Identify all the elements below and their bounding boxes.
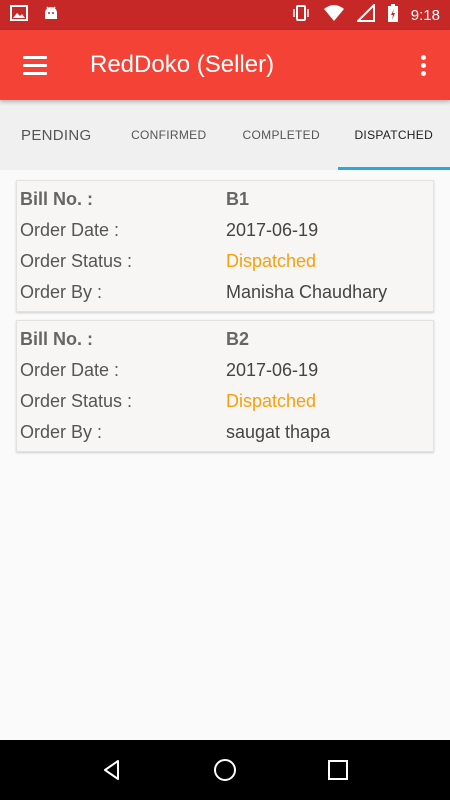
- order-card[interactable]: Bill No. : B1 Order Date : 2017-06-19 Or…: [16, 180, 434, 312]
- android-icon: [42, 4, 60, 27]
- more-vert-icon[interactable]: [421, 54, 426, 76]
- bill-value: B1: [226, 189, 250, 209]
- orderby-row: Order By : Manisha Chaudhary: [20, 277, 433, 308]
- date-value: 2017-06-19: [226, 360, 319, 380]
- date-row: Order Date : 2017-06-19: [20, 355, 433, 386]
- status-row: Order Status : Dispatched: [20, 246, 433, 277]
- image-icon: [10, 4, 28, 26]
- home-icon[interactable]: [210, 755, 240, 785]
- back-icon[interactable]: [97, 755, 127, 785]
- date-value: 2017-06-19: [226, 220, 319, 240]
- date-label: Order Date :: [20, 360, 120, 380]
- tab-bar: PENDING CONFIRMED COMPLETED DISPATCHED: [0, 100, 450, 170]
- bill-row: Bill No. : B2: [20, 324, 433, 355]
- battery-icon: [387, 3, 399, 27]
- vibrate-icon: [291, 4, 311, 26]
- tab-confirmed[interactable]: CONFIRMED: [113, 100, 226, 170]
- app-bar: RedDoko (Seller): [0, 30, 450, 100]
- status-value: Dispatched: [226, 251, 317, 271]
- recents-icon[interactable]: [323, 755, 353, 785]
- status-bar: 9:18: [0, 0, 450, 30]
- order-card[interactable]: Bill No. : B2 Order Date : 2017-06-19 Or…: [16, 320, 434, 452]
- order-list: Bill No. : B1 Order Date : 2017-06-19 Or…: [16, 180, 434, 460]
- orderby-value: saugat thapa: [226, 422, 331, 442]
- clock-text: 9:18: [410, 6, 440, 24]
- date-label: Order Date :: [20, 220, 120, 240]
- status-label: Order Status :: [20, 391, 133, 411]
- bill-value: B2: [226, 329, 250, 349]
- tab-completed[interactable]: COMPLETED: [225, 100, 338, 170]
- navigation-bar: [0, 740, 450, 800]
- status-label: Order Status :: [20, 251, 133, 271]
- app-title: RedDoko (Seller): [90, 51, 275, 78]
- tab-pending[interactable]: PENDING: [0, 100, 113, 170]
- wifi-icon: [323, 4, 345, 26]
- orderby-row: Order By : saugat thapa: [20, 417, 433, 448]
- status-row: Order Status : Dispatched: [20, 386, 433, 417]
- bill-label: Bill No. :: [20, 189, 93, 209]
- tab-dispatched[interactable]: DISPATCHED: [337, 100, 450, 170]
- status-value: Dispatched: [226, 391, 317, 411]
- orderby-label: Order By :: [20, 422, 103, 442]
- bill-row: Bill No. : B1: [20, 184, 433, 215]
- signal-icon: [355, 2, 375, 26]
- menu-icon[interactable]: [23, 55, 47, 75]
- bill-label: Bill No. :: [20, 329, 93, 349]
- orderby-label: Order By :: [20, 282, 103, 302]
- orderby-value: Manisha Chaudhary: [226, 282, 388, 302]
- date-row: Order Date : 2017-06-19: [20, 215, 433, 246]
